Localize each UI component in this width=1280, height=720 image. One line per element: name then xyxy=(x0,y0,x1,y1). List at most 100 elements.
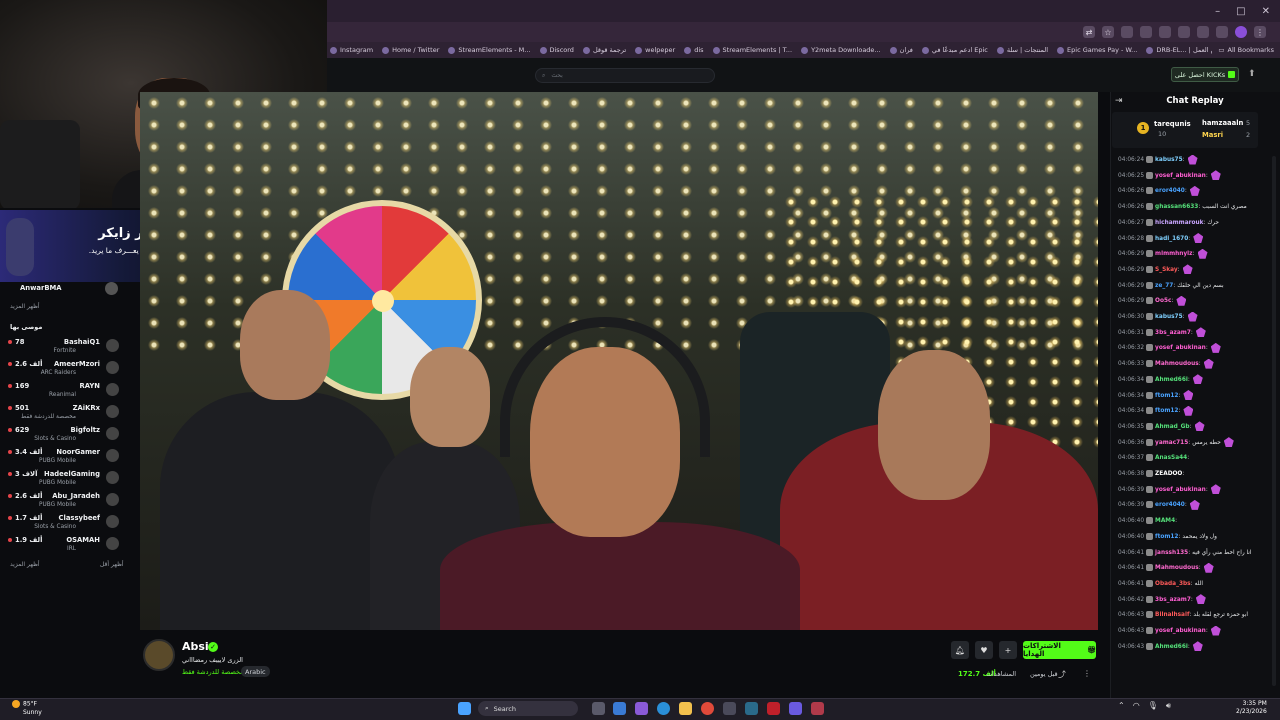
chat-username[interactable]: ftom12 xyxy=(1155,534,1178,540)
show-more-link[interactable]: أظهر المزيد xyxy=(10,303,40,310)
chevron-up-icon[interactable]: ⌃ xyxy=(1118,701,1125,711)
network-icon[interactable]: ◠ xyxy=(1133,701,1140,711)
chat-username[interactable]: 3bs_azam7 xyxy=(1155,330,1191,336)
bookmark-item[interactable]: Epic Games Pay - W... xyxy=(1057,46,1137,54)
follow-plus-icon[interactable]: + xyxy=(999,641,1017,659)
bookmark-item[interactable]: Discord xyxy=(539,46,574,54)
chat-username[interactable]: Mahmoudous xyxy=(1155,565,1199,571)
chat-username[interactable]: ftom12 xyxy=(1155,408,1178,414)
weather-widget[interactable]: 85°F Sunny xyxy=(12,700,42,717)
chrome-icon[interactable] xyxy=(701,702,714,715)
clock[interactable]: 3:35 PM 2/23/2026 xyxy=(1236,700,1267,716)
sidebar-item[interactable]: 3 آلاف HadeelGaming PUBG Mobile xyxy=(0,468,130,490)
extension-icon[interactable] xyxy=(1140,26,1152,38)
streamer-avatar[interactable] xyxy=(143,639,175,671)
chat-username[interactable]: S_Skay xyxy=(1155,267,1178,273)
more-options-icon[interactable]: ⋮ xyxy=(1083,669,1091,678)
bookmark-item[interactable]: فران xyxy=(889,46,913,54)
task-view-icon[interactable] xyxy=(592,702,605,715)
chat-username[interactable]: hadi_1670 xyxy=(1155,236,1188,242)
sidebar-item[interactable]: 3.4 ألف NoorGamer PUBG Mobile xyxy=(0,446,130,468)
sidebar-item[interactable]: 1.7 ألف Classybeef Slots & Casino xyxy=(0,512,130,534)
discord-icon[interactable] xyxy=(789,702,802,715)
mic-icon[interactable]: 🎙︎ xyxy=(1148,701,1158,711)
chat-username[interactable]: eror4040 xyxy=(1155,188,1185,194)
app-icon[interactable] xyxy=(635,702,648,715)
sidebar-item[interactable]: 501 ZAiKRx مخصصة للدردشة فقط xyxy=(0,402,130,424)
heart-icon[interactable]: ♥ xyxy=(975,641,993,659)
bookmark-item[interactable]: ترجمة قوقل xyxy=(582,46,626,54)
puzzle-icon[interactable] xyxy=(1216,26,1228,38)
chat-username[interactable]: yosef_abukinan xyxy=(1155,345,1206,351)
gift-subscriptions-button[interactable]: الاشتراكات الهدايا 🎁︎ xyxy=(1023,641,1096,659)
chat-username[interactable]: ze_77 xyxy=(1155,283,1173,289)
chat-username[interactable]: Bilnalhsalf xyxy=(1155,612,1189,618)
bookmark-item[interactable]: Home / Twitter xyxy=(382,46,439,54)
show-less-link[interactable]: أظهر أقل xyxy=(100,561,124,568)
adobe-icon[interactable] xyxy=(767,702,780,715)
chat-username[interactable]: Mahmoudous xyxy=(1155,361,1199,367)
bookmark-item[interactable]: welpeper xyxy=(635,46,675,54)
chat-username[interactable]: janssh135 xyxy=(1155,550,1188,556)
bookmark-item[interactable]: DRB-EL... | نقام العمل xyxy=(1146,46,1222,54)
file-explorer-icon[interactable] xyxy=(613,702,626,715)
app-icon[interactable] xyxy=(811,702,824,715)
bookmark-item[interactable]: ادعم مبدعًا في Epic xyxy=(921,46,988,54)
chat-username[interactable]: AnasSa44 xyxy=(1155,455,1187,461)
chat-username[interactable]: yosef_abukinan xyxy=(1155,487,1206,493)
sidebar-item[interactable]: 629 Bigfoltz Slots & Casino xyxy=(0,424,130,446)
show-more-link[interactable]: أظهر المزيد xyxy=(10,561,40,568)
edge-icon[interactable] xyxy=(657,702,670,715)
streamer-name[interactable]: Absi xyxy=(182,640,209,653)
volume-icon[interactable]: 🔊︎ xyxy=(1166,701,1171,711)
translate-icon[interactable]: ⇄ xyxy=(1083,26,1095,38)
extension-icon[interactable] xyxy=(1121,26,1133,38)
bookmark-item[interactable]: dis xyxy=(684,46,704,54)
extension-icon[interactable] xyxy=(1197,26,1209,38)
chat-username[interactable]: yamac715 xyxy=(1155,440,1188,446)
language-badge[interactable]: Arabic xyxy=(241,666,270,677)
all-bookmarks-button[interactable]: ▭ All Bookmarks xyxy=(1212,42,1274,58)
bookmark-item[interactable]: المنتجات | سلة xyxy=(996,46,1048,54)
app-icon[interactable] xyxy=(745,702,758,715)
get-kicks-button[interactable]: احصل على KICKs xyxy=(1171,67,1239,82)
chat-username[interactable]: mlmmhnylz xyxy=(1155,251,1193,257)
chat-username[interactable]: kabus75 xyxy=(1155,314,1183,320)
chat-username[interactable]: yosef_abukinan xyxy=(1155,628,1206,634)
sidebar-item[interactable]: 1.9 ألف OSAMAH IRL xyxy=(0,534,130,556)
sidebar-top-item[interactable]: AnwarBMA xyxy=(20,284,62,292)
profile-icon[interactable] xyxy=(1235,26,1247,38)
close-icon[interactable]: ✕ xyxy=(1262,6,1270,17)
sidebar-item[interactable]: 78 BashaiQ1 Fortnite xyxy=(0,336,130,358)
chat-username[interactable]: ftom12 xyxy=(1155,393,1178,399)
bookmark-item[interactable]: Y2meta Downloade... xyxy=(801,46,881,54)
search-input[interactable]: ⌕ بحث xyxy=(535,68,715,83)
bell-icon[interactable]: 🔔︎ xyxy=(951,641,969,659)
extension-icon[interactable] xyxy=(1178,26,1190,38)
chat-username[interactable]: Ahmed66i xyxy=(1155,644,1188,650)
chat-username[interactable]: 3bs_azam7 xyxy=(1155,597,1191,603)
sidebar-item[interactable]: 169 RAYN Reanimal xyxy=(0,380,130,402)
chat-username[interactable]: ZEADOO xyxy=(1155,471,1182,477)
stream-category[interactable]: مخصصة للدردشة فقط xyxy=(182,668,244,676)
sidebar-item[interactable]: 2.6 ألف Abu_Jaradeh PUBG Mobile xyxy=(0,490,130,512)
bookmark-item[interactable]: StreamElements | T... xyxy=(712,46,792,54)
share-icon[interactable]: ⤴ xyxy=(1058,669,1066,680)
windows-start-icon[interactable] xyxy=(458,702,471,715)
chat-username[interactable]: Ahmed66i xyxy=(1155,377,1188,383)
chat-scrollbar[interactable] xyxy=(1272,156,1276,686)
menu-dots-icon[interactable]: ⋮ xyxy=(1254,26,1266,38)
star-icon[interactable]: ☆ xyxy=(1102,26,1114,38)
chat-username[interactable]: Obada_3bs xyxy=(1155,581,1191,587)
minimize-icon[interactable]: – xyxy=(1215,6,1220,17)
notification-icon[interactable]: ⬆ xyxy=(1248,69,1256,79)
chat-username[interactable]: kabus75 xyxy=(1155,157,1183,163)
app-icon[interactable] xyxy=(723,702,736,715)
chat-username[interactable]: Oo5c xyxy=(1155,298,1171,304)
folder-icon[interactable] xyxy=(679,702,692,715)
video-player[interactable] xyxy=(140,92,1098,630)
extension-icon[interactable] xyxy=(1159,26,1171,38)
chat-username[interactable]: ghassan6633 xyxy=(1155,204,1198,210)
taskbar-search[interactable]: ⌕ Search xyxy=(478,701,578,716)
bookmark-item[interactable]: StreamElements - M... xyxy=(448,46,531,54)
